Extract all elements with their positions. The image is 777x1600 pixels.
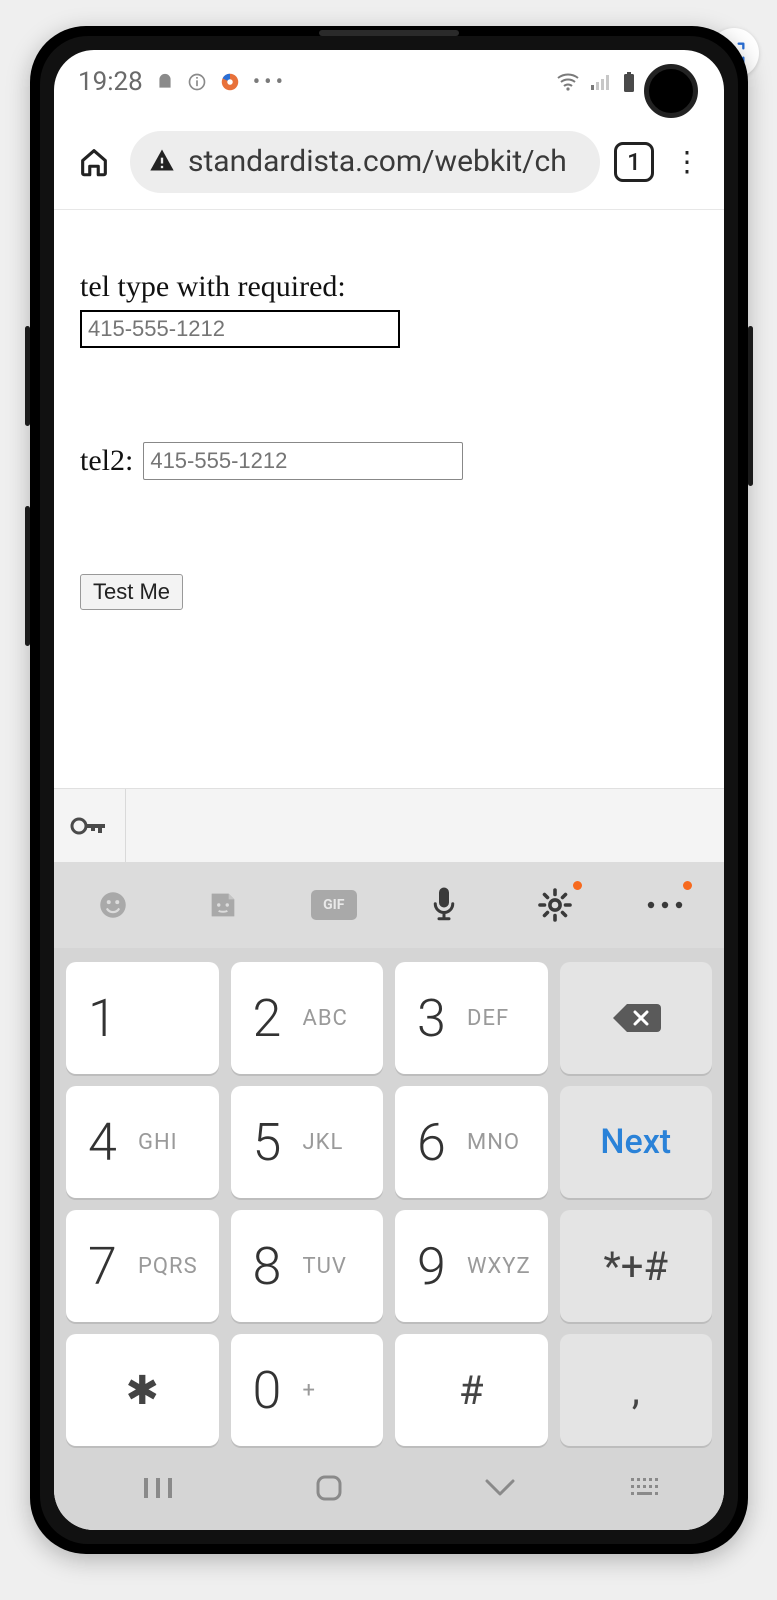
tel1-input[interactable] <box>80 310 400 348</box>
key-0[interactable]: 0+ <box>231 1334 384 1446</box>
url-text: standardista.com/webkit/ch <box>188 144 582 179</box>
tel2-field-block: tel2: <box>80 442 698 480</box>
gif-chip-label: GIF <box>311 890 357 920</box>
volume-down-button <box>25 506 30 646</box>
nav-home[interactable] <box>274 1471 384 1505</box>
backspace-icon <box>609 1000 663 1036</box>
settings-icon[interactable] <box>520 879 590 931</box>
nav-recents[interactable] <box>103 1474 213 1502</box>
front-camera <box>644 64 698 118</box>
mic-icon[interactable] <box>409 879 479 931</box>
key-8[interactable]: 8TUV <box>231 1210 384 1322</box>
browser-swirl-icon <box>219 71 241 93</box>
status-bar: 19:28 ••• <box>54 50 724 114</box>
suggestion-area[interactable] <box>126 789 724 862</box>
screen: 19:28 ••• <box>54 50 724 1530</box>
phone-bezel: 19:28 ••• <box>40 36 738 1544</box>
home-icon <box>77 145 111 179</box>
power-button <box>748 326 753 486</box>
password-key-icon[interactable] <box>54 789 126 862</box>
phone-frame: 19:28 ••• <box>30 26 748 1554</box>
key-6[interactable]: 6MNO <box>395 1086 548 1198</box>
info-icon <box>187 72 207 92</box>
wifi-icon <box>556 72 580 92</box>
emoji-icon[interactable] <box>78 879 148 931</box>
key-4[interactable]: 4GHI <box>66 1086 219 1198</box>
browser-menu-button[interactable]: ⋮ <box>668 145 706 178</box>
sticker-icon[interactable] <box>188 879 258 931</box>
next-key[interactable]: Next <box>560 1086 713 1198</box>
nav-back[interactable] <box>445 1477 555 1499</box>
tab-count-text: 1 <box>627 148 641 176</box>
key-hash[interactable]: # <box>395 1334 548 1446</box>
tab-switcher[interactable]: 1 <box>614 142 654 182</box>
battery-icon <box>622 71 636 93</box>
status-more-icon: ••• <box>253 70 287 95</box>
chevron-down-icon <box>483 1477 517 1499</box>
tel1-label: tel type with required: <box>80 270 698 304</box>
gif-icon[interactable]: GIF <box>299 879 369 931</box>
address-bar[interactable]: standardista.com/webkit/ch <box>130 131 600 193</box>
key-7[interactable]: 7PQRS <box>66 1210 219 1322</box>
numeric-keypad: 1 2ABC 3DEF 4GHI 5JKL 6MNO Next 7PQRS 8T… <box>54 948 724 1452</box>
home-nav-icon <box>312 1471 346 1505</box>
web-page-content: tel type with required: tel2: Test Me <box>54 210 724 610</box>
keyboard-area: GIF 1 2ABC 3DEF <box>54 788 724 1530</box>
keyboard-toolbar: GIF <box>54 862 724 948</box>
test-me-button[interactable]: Test Me <box>80 574 183 610</box>
key-5[interactable]: 5JKL <box>231 1086 384 1198</box>
symbols-key[interactable]: *+# <box>560 1210 713 1322</box>
android-icon <box>155 72 175 92</box>
key-2[interactable]: 2ABC <box>231 962 384 1074</box>
not-secure-icon <box>148 146 176 178</box>
kebab-icon: ⋮ <box>673 145 701 178</box>
browser-toolbar: standardista.com/webkit/ch 1 ⋮ <box>54 114 724 210</box>
suggestion-bar <box>54 788 724 862</box>
key-3[interactable]: 3DEF <box>395 962 548 1074</box>
key-1[interactable]: 1 <box>66 962 219 1074</box>
key-star[interactable]: ✱ <box>66 1334 219 1446</box>
signal-icon <box>590 73 612 91</box>
home-button[interactable] <box>72 140 116 184</box>
tel2-input[interactable] <box>143 442 463 480</box>
keyboard-more-icon[interactable] <box>630 879 700 931</box>
keyboard-icon <box>629 1476 663 1500</box>
recents-icon <box>140 1474 176 1502</box>
system-nav-bar <box>54 1452 724 1530</box>
backspace-key[interactable] <box>560 962 713 1074</box>
key-9[interactable]: 9WXYZ <box>395 1210 548 1322</box>
tel2-label: tel2: <box>80 444 133 478</box>
status-clock: 19:28 <box>78 67 143 97</box>
key-comma[interactable]: , <box>560 1334 713 1446</box>
tel1-field-block: tel type with required: <box>80 270 698 348</box>
nav-keyboard-switch[interactable] <box>616 1476 676 1500</box>
volume-up-button <box>25 326 30 426</box>
